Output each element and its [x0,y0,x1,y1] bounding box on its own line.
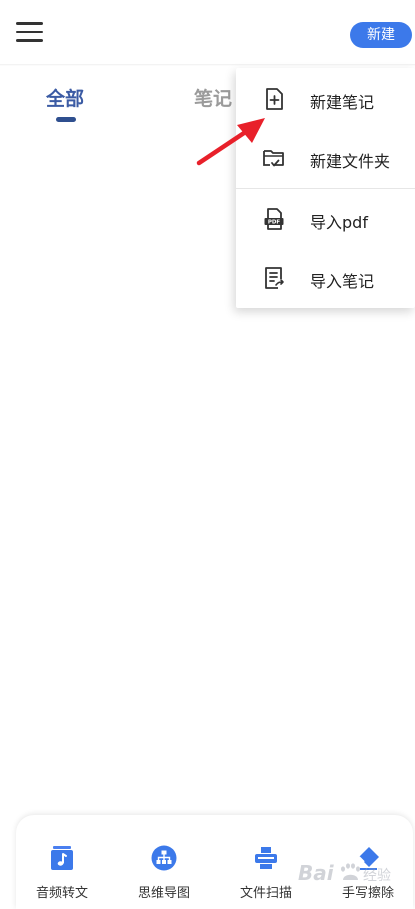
new-button[interactable]: 新建 [350,22,412,48]
svg-text:经验: 经验 [363,868,391,884]
new-popup-menu: 新建笔记 新建文件夹 PDF 导入pdf 导入笔记 [236,68,415,308]
top-bar-divider [0,64,415,66]
menu-item-label: 导入pdf [310,213,368,232]
annotation-arrow-icon [196,118,265,166]
watermark-logo-icon: Bai 经验 [298,861,391,885]
menu-item-label: 新建文件夹 [310,152,391,171]
tool-mind-map[interactable]: 思维导图 [120,845,208,901]
menu-item-label: 导入笔记 [310,272,375,291]
new-note-icon [266,88,283,110]
menu-item-import-note[interactable]: 导入笔记 [236,249,415,307]
tab-indicator [56,117,76,122]
import-note-icon [265,267,284,289]
tool-label: 思维导图 [137,886,190,901]
mind-map-icon [151,845,177,871]
menu-item-import-pdf[interactable]: PDF 导入pdf [236,190,415,248]
tab-notes[interactable]: 笔记 [194,84,232,111]
svg-text:Bai: Bai [298,861,335,885]
scanner-icon [255,847,277,869]
hamburger-icon[interactable] [16,22,43,42]
pdf-icon: PDF [264,208,284,230]
svg-text:PDF: PDF [268,220,281,226]
tool-audio-to-text[interactable]: 音频转文 [18,845,106,901]
tab-all[interactable]: 全部 [46,84,84,111]
audio-file-icon [51,846,73,870]
watermark: Bai 经验 [296,858,406,888]
menu-item-label: 新建笔记 [310,93,375,112]
menu-divider [236,188,415,189]
top-bar: 新建 [0,0,415,64]
tool-label: 音频转文 [35,886,88,901]
